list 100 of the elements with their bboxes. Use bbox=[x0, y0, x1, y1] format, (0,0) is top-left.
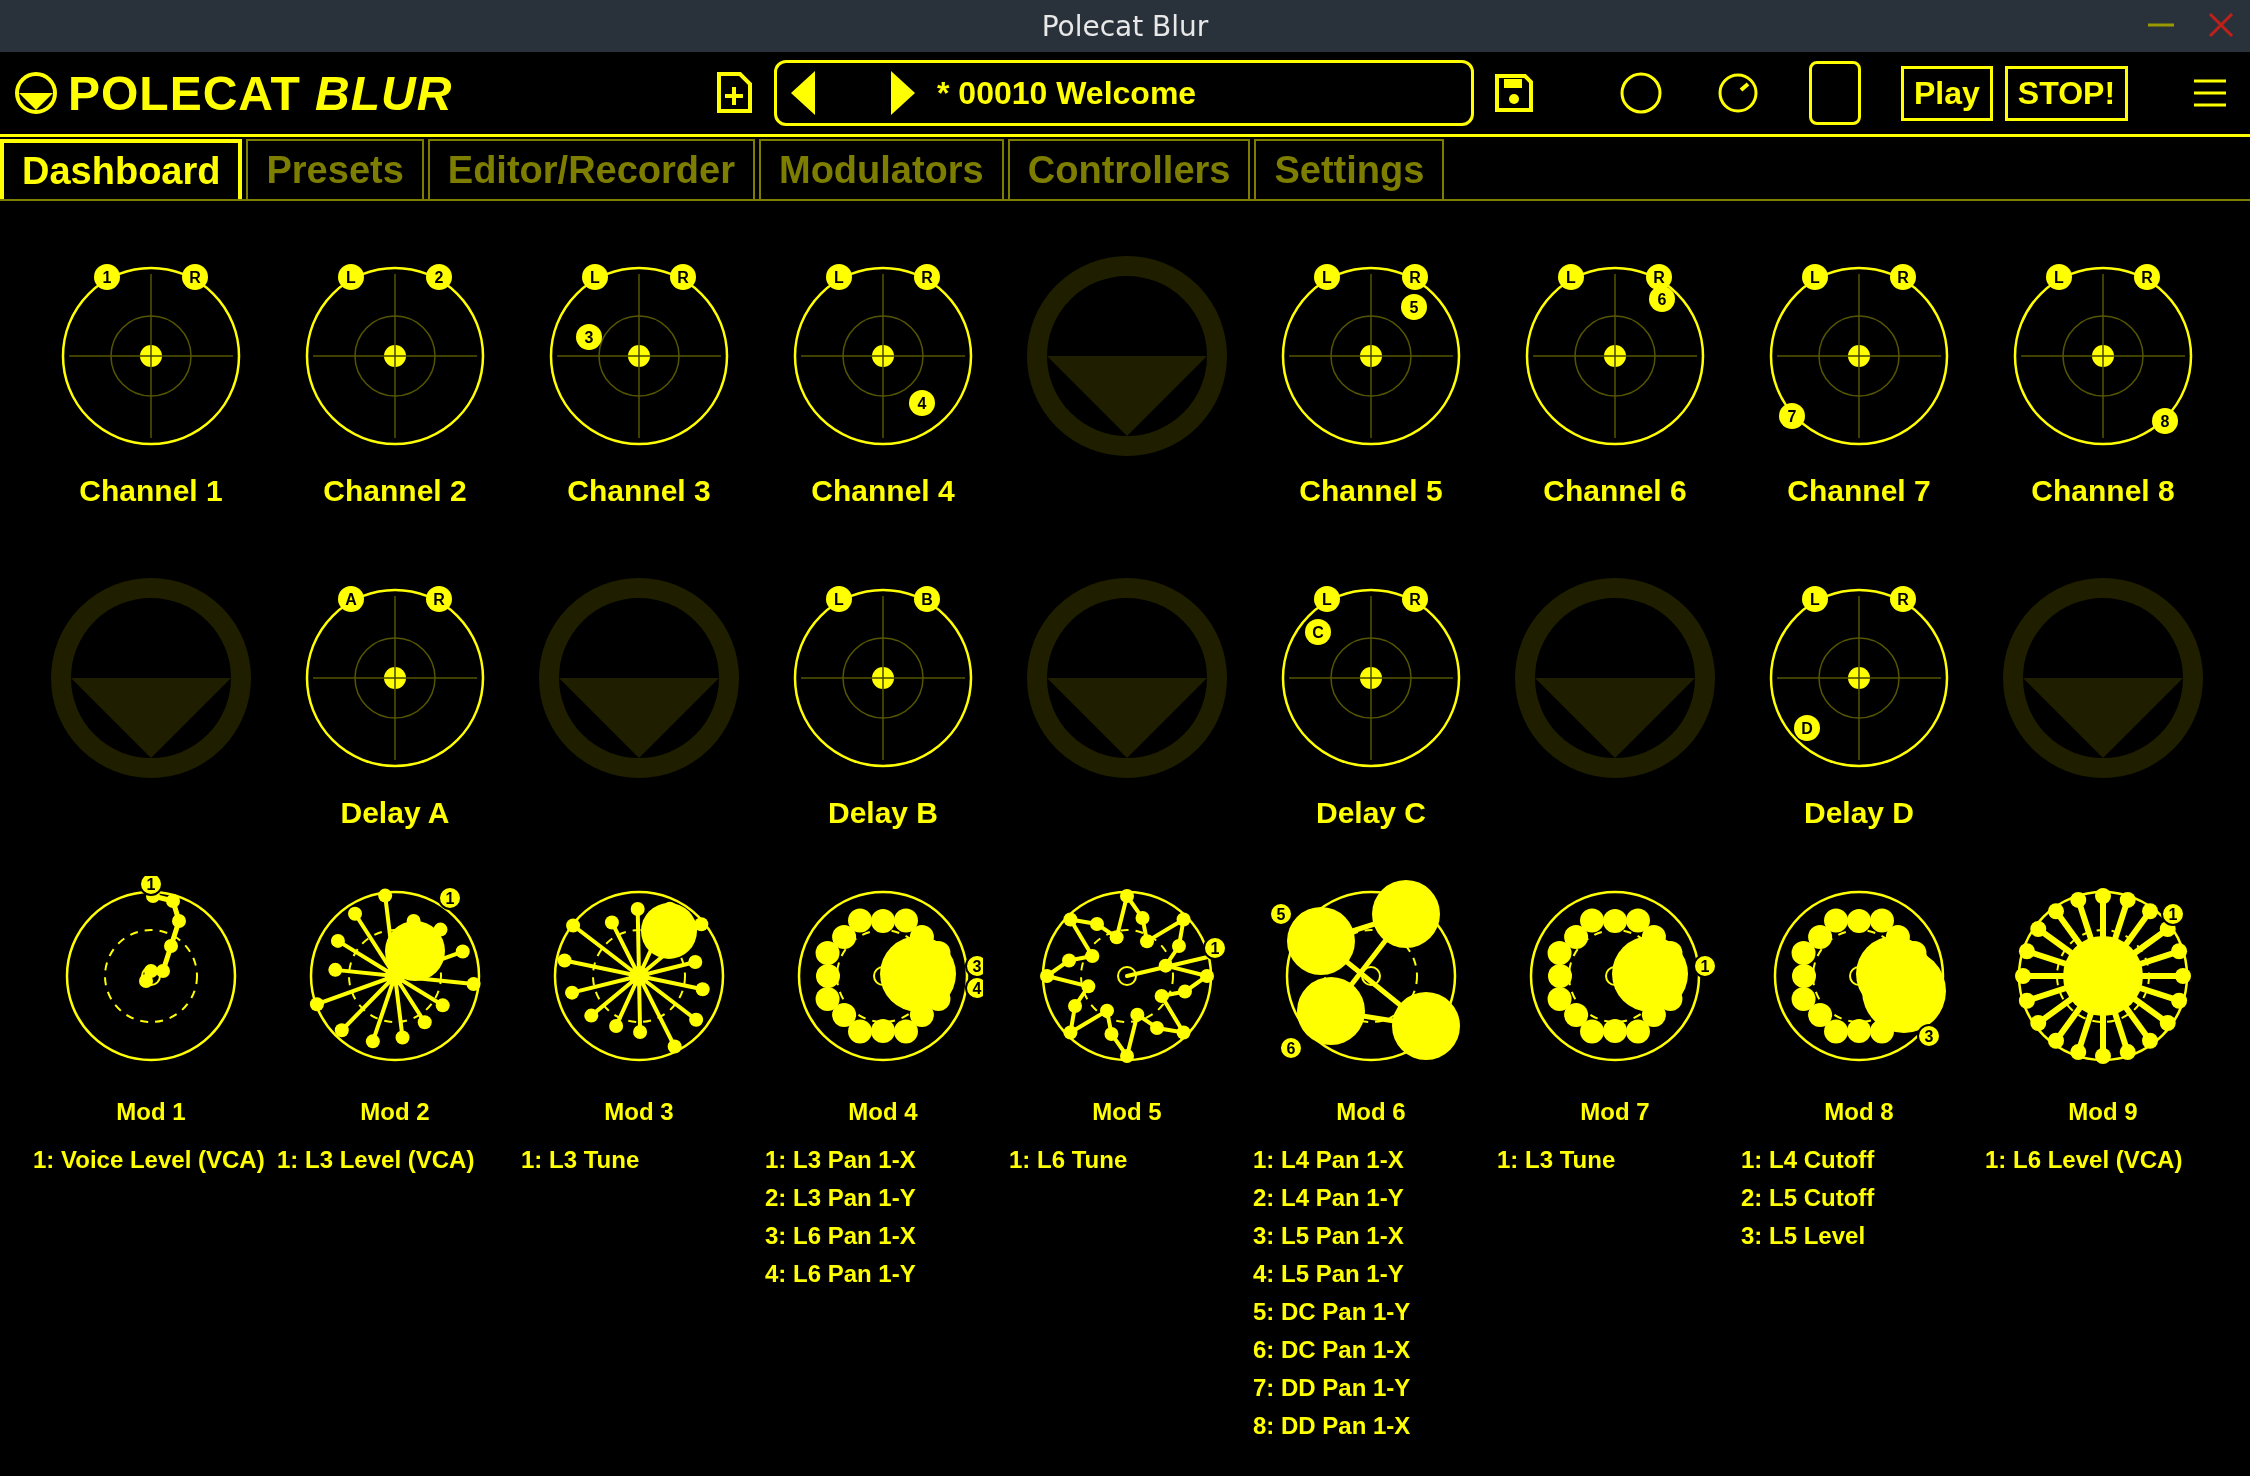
previous-button[interactable] bbox=[791, 71, 817, 115]
tab[interactable]: Controllers bbox=[1007, 139, 1251, 199]
pad-marker[interactable]: L bbox=[1802, 264, 1828, 290]
window-title: Polecat Blur bbox=[1041, 9, 1209, 43]
mod-target: 1: L3 Pan 1-X bbox=[765, 1146, 916, 1174]
pad-marker[interactable]: R bbox=[670, 264, 696, 290]
pad-marker[interactable]: L bbox=[582, 264, 608, 290]
mod-marker[interactable]: 6 bbox=[1279, 1036, 1303, 1060]
pad-label: Channel 3 bbox=[567, 474, 711, 508]
mod-label: Mod 7 bbox=[1580, 1098, 1650, 1126]
center-handle[interactable] bbox=[1359, 666, 1383, 690]
pad-marker[interactable]: C bbox=[1305, 619, 1331, 645]
preset-selector[interactable]: * 00010 Welcome bbox=[774, 60, 1474, 126]
pad-marker[interactable]: L bbox=[1314, 264, 1340, 290]
pad-marker[interactable]: R bbox=[1890, 586, 1916, 612]
empty-slot-icon bbox=[1515, 578, 1715, 778]
pad-marker[interactable]: L bbox=[1802, 586, 1828, 612]
pad-marker[interactable]: R bbox=[1402, 586, 1428, 612]
transport-button[interactable]: STOP! bbox=[2004, 65, 2129, 121]
pad-marker[interactable]: R bbox=[182, 264, 208, 290]
tab[interactable]: Presets bbox=[246, 139, 424, 199]
empty-slot-icon bbox=[1027, 256, 1227, 456]
pad-marker[interactable]: L bbox=[338, 264, 364, 290]
mod-marker[interactable]: 5 bbox=[1271, 902, 1293, 926]
mod-target: 1: Voice Level (VCA) bbox=[33, 1146, 265, 1174]
mod-marker[interactable]: 1 bbox=[1203, 936, 1227, 960]
pad-label: Channel 4 bbox=[811, 474, 955, 508]
pad-marker[interactable]: R bbox=[1890, 264, 1916, 290]
knob-icon[interactable] bbox=[1717, 72, 1759, 114]
mod-label: Mod 4 bbox=[848, 1098, 918, 1126]
pad-label: Channel 7 bbox=[1787, 474, 1931, 508]
pad-marker[interactable]: 1 bbox=[94, 264, 120, 290]
empty-slot-icon bbox=[539, 578, 739, 778]
tab[interactable]: Dashboard bbox=[0, 139, 243, 199]
pad-marker[interactable]: L bbox=[1314, 586, 1340, 612]
pad-label: Channel 2 bbox=[323, 474, 467, 508]
center-handle[interactable] bbox=[2091, 344, 2115, 368]
save-button[interactable] bbox=[1494, 73, 1534, 113]
mod-label: Mod 8 bbox=[1824, 1098, 1894, 1126]
pad-marker[interactable]: 5 bbox=[1401, 294, 1427, 320]
mod-target: 4: L6 Pan 1-Y bbox=[765, 1260, 916, 1288]
mod-target: 7: DD Pan 1-Y bbox=[1253, 1374, 1411, 1402]
pad-marker[interactable]: 7 bbox=[1779, 403, 1805, 429]
mod-target: 3: L5 Pan 1-X bbox=[1253, 1222, 1405, 1250]
pad-marker[interactable]: 4 bbox=[909, 390, 935, 416]
mod-marker[interactable]: 3 bbox=[1917, 1024, 1941, 1048]
mod-marker[interactable]: 3 bbox=[965, 954, 983, 978]
center-handle[interactable] bbox=[139, 344, 163, 368]
center-handle[interactable] bbox=[627, 344, 651, 368]
center-handle[interactable] bbox=[1603, 344, 1627, 368]
pad-marker[interactable]: 2 bbox=[426, 264, 452, 290]
pad-marker[interactable]: A bbox=[338, 586, 364, 612]
pad-marker[interactable]: L bbox=[826, 264, 852, 290]
tab[interactable]: Editor/Recorder bbox=[427, 139, 755, 199]
mod-target: 8: DD Pan 1-X bbox=[1253, 1412, 1411, 1440]
pad-marker[interactable]: 6 bbox=[1649, 286, 1675, 312]
circle-icon[interactable] bbox=[1619, 71, 1663, 115]
mod-target: 2: L3 Pan 1-Y bbox=[765, 1184, 916, 1212]
menu-icon[interactable] bbox=[2192, 78, 2228, 108]
pad-marker[interactable]: B bbox=[914, 586, 940, 612]
mod-target: 1: L6 Tune bbox=[1009, 1146, 1128, 1174]
pad-marker[interactable]: R bbox=[2134, 264, 2160, 290]
center-handle[interactable] bbox=[383, 344, 407, 368]
mod-target: 4: L5 Pan 1-Y bbox=[1253, 1260, 1405, 1288]
center-handle[interactable] bbox=[1847, 666, 1871, 690]
pad-marker[interactable]: L bbox=[1558, 264, 1584, 290]
next-button[interactable] bbox=[889, 71, 915, 115]
tab[interactable]: Settings bbox=[1254, 139, 1445, 199]
mod-label: Mod 5 bbox=[1092, 1098, 1162, 1126]
transport-button[interactable]: Play bbox=[1901, 65, 1993, 121]
mod-marker[interactable]: 1 bbox=[1693, 954, 1715, 978]
mod-marker[interactable]: 4 bbox=[965, 976, 983, 1000]
pad-label: Delay C bbox=[1315, 796, 1427, 830]
mod-label: Mod 1 bbox=[116, 1098, 186, 1126]
pad-label: Channel 8 bbox=[2031, 474, 2175, 508]
pad-marker[interactable]: D bbox=[1794, 715, 1820, 741]
pad-label: Delay B bbox=[827, 796, 939, 830]
pad-marker[interactable]: 8 bbox=[2152, 408, 2178, 434]
pad-marker[interactable]: 3 bbox=[576, 324, 602, 350]
center-handle[interactable] bbox=[1359, 344, 1383, 368]
mod-marker[interactable]: 1 bbox=[438, 886, 462, 910]
pad-marker[interactable]: R bbox=[1402, 264, 1428, 290]
blank-button[interactable] bbox=[1809, 61, 1861, 125]
center-handle[interactable] bbox=[871, 344, 895, 368]
pad-marker[interactable]: L bbox=[826, 586, 852, 612]
mod-target: 1: L4 Cutoff bbox=[1741, 1146, 1875, 1174]
pad-marker[interactable]: L bbox=[2046, 264, 2072, 290]
center-handle[interactable] bbox=[383, 666, 407, 690]
mod-target: 1: L3 Level (VCA) bbox=[277, 1146, 475, 1174]
preset-name: * 00010 Welcome bbox=[937, 74, 1197, 112]
new-file-button[interactable] bbox=[714, 71, 754, 115]
tab[interactable]: Modulators bbox=[759, 139, 1004, 199]
mod-target: 2: L5 Cutoff bbox=[1741, 1184, 1875, 1212]
pad-marker[interactable]: R bbox=[914, 264, 940, 290]
mod-marker[interactable]: 1 bbox=[2161, 902, 2185, 926]
mod-target: 2: L4 Pan 1-Y bbox=[1253, 1184, 1405, 1212]
pad-marker[interactable]: R bbox=[426, 586, 452, 612]
center-handle[interactable] bbox=[1847, 344, 1871, 368]
center-handle[interactable] bbox=[871, 666, 895, 690]
mod-marker[interactable]: 1 bbox=[139, 876, 163, 896]
